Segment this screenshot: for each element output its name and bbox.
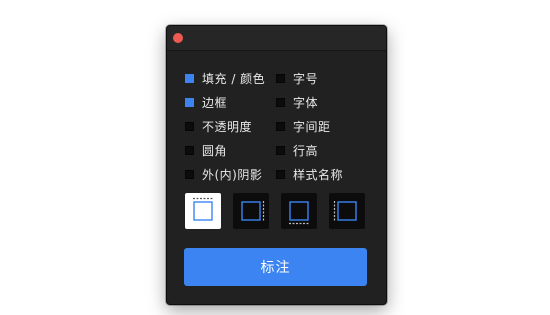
option-letter-spacing[interactable]: 字间距 — [276, 118, 331, 134]
right-dashed-border-icon — [241, 201, 265, 221]
checkbox-icon[interactable] — [276, 73, 285, 83]
option-label: 行高 — [293, 143, 319, 158]
checkbox-icon[interactable] — [276, 145, 285, 155]
option-label: 字间距 — [293, 119, 331, 134]
option-opacity[interactable]: 不透明度 — [185, 118, 252, 134]
option-label: 字号 — [293, 71, 319, 86]
checkbox-icon[interactable] — [276, 97, 285, 107]
option-label: 外(内)阴影 — [202, 167, 263, 182]
option-border[interactable]: 边框 — [185, 94, 227, 110]
checkbox-icon[interactable] — [185, 73, 194, 83]
top-dashed-border-icon — [193, 197, 213, 221]
checkbox-icon[interactable] — [276, 121, 285, 131]
annotation-panel: 填充 / 颜色 边框 不透明度 圆角 外(内)阴影 字号 字体 字间距 行高 样… — [166, 25, 387, 305]
option-line-height[interactable]: 行高 — [276, 142, 318, 158]
checkbox-icon[interactable] — [185, 121, 194, 131]
option-style-name[interactable]: 样式名称 — [276, 166, 343, 182]
checkbox-icon[interactable] — [276, 169, 285, 179]
option-label: 填充 / 颜色 — [202, 71, 266, 86]
option-shadow[interactable]: 外(内)阴影 — [185, 166, 262, 182]
style-bottom-dashed[interactable] — [281, 193, 317, 229]
checkbox-icon[interactable] — [185, 145, 194, 155]
checkbox-icon[interactable] — [185, 169, 194, 179]
mark-button[interactable]: 标注 — [184, 248, 367, 286]
style-left-dashed[interactable] — [329, 193, 365, 229]
option-label: 字体 — [293, 95, 319, 110]
bottom-dashed-border-icon — [289, 201, 309, 225]
option-font-size[interactable]: 字号 — [276, 70, 318, 86]
checkbox-icon[interactable] — [185, 97, 194, 107]
option-fill-color[interactable]: 填充 / 颜色 — [185, 70, 265, 86]
style-top-dashed[interactable] — [185, 193, 221, 229]
option-font-family[interactable]: 字体 — [276, 94, 318, 110]
left-dashed-border-icon — [333, 201, 357, 221]
option-label: 圆角 — [202, 143, 228, 158]
option-label: 不透明度 — [202, 119, 253, 134]
option-label: 边框 — [202, 95, 228, 110]
title-bar — [167, 26, 386, 51]
option-corner-radius[interactable]: 圆角 — [185, 142, 227, 158]
style-right-dashed[interactable] — [233, 193, 269, 229]
close-button[interactable] — [173, 33, 183, 43]
option-label: 样式名称 — [293, 167, 344, 182]
